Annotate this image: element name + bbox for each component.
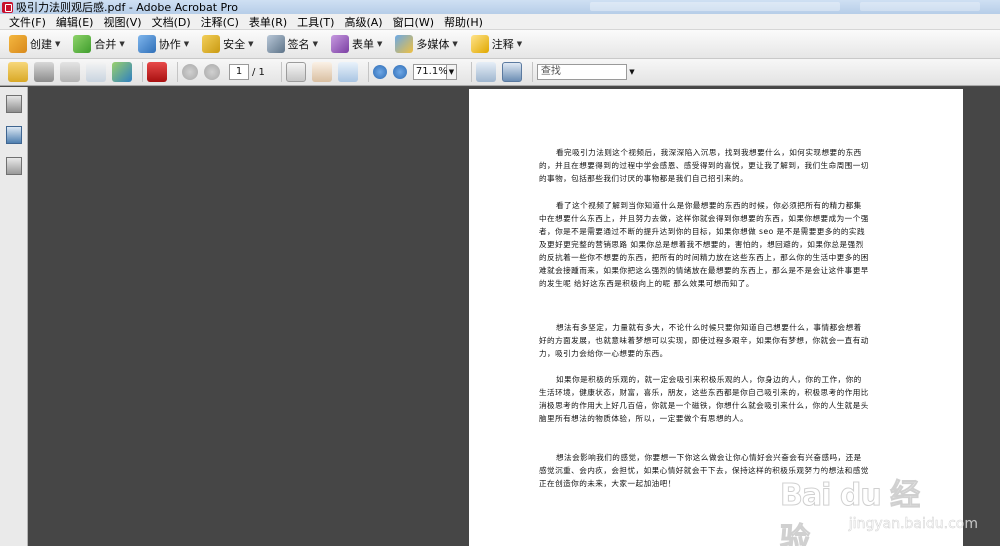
watermark-url: jingyan.baidu.com	[848, 516, 979, 533]
menu-comments[interactable]: 注释(C)	[196, 14, 244, 30]
toolbar-divider	[142, 62, 143, 82]
menu-edit[interactable]: 编辑(E)	[51, 14, 99, 30]
blurred-window-controls	[860, 2, 980, 11]
menu-bar: 文件(F) 编辑(E) 视图(V) 文档(D) 注释(C) 表单(R) 工具(T…	[0, 14, 1000, 30]
secure-button[interactable]: 安全 ▼	[199, 33, 259, 55]
chevron-down-icon: ▼	[248, 40, 254, 48]
navigation-toolbar: 1 / 1 71.1% ▼ 查找 ▼	[0, 59, 1000, 86]
zoom-level-input[interactable]: 71.1%	[412, 64, 448, 80]
blurred-title-area	[590, 2, 840, 11]
document-view[interactable]: 看完吸引力法则这个视频后，我深深陷入沉思，找到我想要什么，如何实现想要的东西的，…	[28, 87, 1000, 546]
menu-help[interactable]: 帮助(H)	[439, 14, 488, 30]
toolbar-divider	[367, 62, 369, 82]
select-tool-icon[interactable]	[285, 62, 306, 82]
menu-advanced[interactable]: 高级(A)	[339, 14, 387, 30]
menu-forms[interactable]: 表单(R)	[244, 14, 292, 30]
task-toolbar: 创建 ▼ 合并 ▼ 协作 ▼ 安全 ▼ 签名 ▼ 表单 ▼ 多媒体 ▼ 注释 ▼	[0, 30, 1000, 59]
zoom-out-icon[interactable]	[372, 65, 387, 79]
menu-window[interactable]: 窗口(W)	[388, 14, 439, 30]
menu-document[interactable]: 文档(D)	[147, 14, 196, 30]
toolbar-divider	[177, 62, 178, 82]
lock-icon	[202, 35, 221, 53]
chevron-down-icon: ▼	[55, 40, 61, 48]
open-folder-icon[interactable]	[8, 62, 28, 82]
menu-tools[interactable]: 工具(T)	[292, 14, 339, 30]
sign-button[interactable]: 签名 ▼	[264, 33, 324, 55]
comment-button[interactable]: 注释 ▼	[468, 33, 528, 55]
forms-button[interactable]: 表单 ▼	[328, 33, 388, 55]
search-input[interactable]: 查找	[536, 64, 627, 80]
email-icon[interactable]	[86, 62, 106, 82]
combine-button[interactable]: 合并 ▼	[70, 33, 130, 55]
chevron-down-icon: ▼	[312, 40, 318, 48]
collaborate-icon	[137, 35, 156, 53]
paragraph-1: 看完吸引力法则这个视频后，我深深陷入沉思，找到我想要什么，如何实现想要的东西的，…	[539, 148, 869, 183]
chevron-down-icon: ▼	[183, 40, 190, 48]
zoom-in-icon[interactable]	[392, 65, 407, 79]
paragraph-2: 看了这个视频了解到当你知道什么是你最想要的东西的时候，你必须把所有的精力都集中在…	[539, 201, 869, 288]
chevron-down-icon: ▼	[452, 40, 458, 48]
form-icon	[330, 35, 349, 53]
multimedia-button[interactable]: 多媒体 ▼	[392, 33, 463, 55]
pen-icon	[266, 35, 285, 53]
menu-file[interactable]: 文件(F)	[4, 14, 51, 30]
baidu-jingyan-watermark: Bai du 经验 jingyan.baidu.com	[780, 470, 980, 546]
chevron-down-icon: ▼	[119, 40, 125, 48]
watermark-logo: Bai du 经验	[780, 478, 921, 546]
bookmarks-icon[interactable]	[5, 126, 22, 144]
multimedia-icon	[395, 35, 414, 53]
page-number-input[interactable]: 1	[229, 64, 249, 80]
chevron-down-icon: ▼	[376, 40, 383, 48]
signatures-icon[interactable]	[5, 157, 22, 175]
paragraph-4: 如果你是积极的乐观的，就一定会吸引来积极乐观的人，你身边的人，你的工作，你的生活…	[539, 375, 869, 423]
chevron-down-icon: ▼	[516, 40, 523, 48]
comment-icon	[470, 35, 489, 53]
navigation-panel	[0, 87, 28, 546]
zoom-tool-icon[interactable]	[337, 62, 358, 82]
print-icon[interactable]	[34, 62, 54, 82]
fit-page-icon[interactable]	[475, 62, 496, 82]
pages-icon[interactable]	[5, 95, 22, 113]
previous-page-icon[interactable]	[182, 64, 198, 80]
acrobat-icon	[2, 1, 13, 13]
next-page-icon[interactable]	[204, 64, 220, 80]
title-bar: 吸引力法则观后感.pdf - Adobe Acrobat Pro	[0, 0, 1000, 14]
menu-view[interactable]: 视图(V)	[98, 14, 146, 30]
combine-files-icon	[73, 35, 92, 53]
save-icon[interactable]	[60, 62, 80, 82]
toolbar-divider	[531, 62, 533, 82]
toolbar-divider	[280, 62, 282, 82]
create-pdf-icon	[9, 35, 27, 53]
chevron-down-icon[interactable]: ▼	[446, 64, 457, 80]
review-icon[interactable]	[147, 62, 167, 82]
full-screen-icon[interactable]	[501, 62, 522, 82]
toolbar-divider	[470, 62, 472, 82]
upload-icon[interactable]	[112, 62, 132, 82]
page-total: / 1	[252, 66, 265, 78]
paragraph-3: 想法有多坚定，力量就有多大，不论什么时候只要你知道自己想要什么，事情都会想着好的…	[539, 323, 869, 358]
chevron-down-icon[interactable]: ▼	[626, 64, 638, 80]
create-button[interactable]: 创建 ▼	[6, 33, 66, 55]
hand-tool-icon[interactable]	[311, 62, 332, 82]
collaborate-button[interactable]: 协作 ▼	[135, 33, 195, 55]
